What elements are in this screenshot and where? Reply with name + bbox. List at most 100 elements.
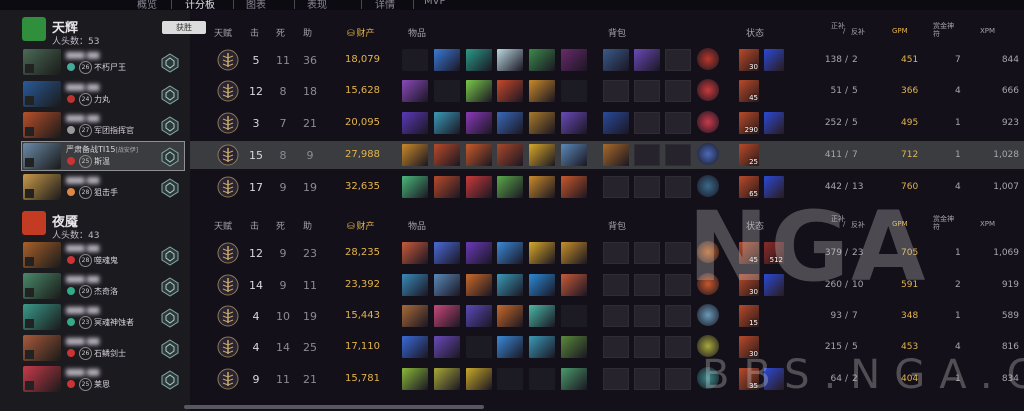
item-icon[interactable]	[402, 144, 428, 166]
item-icon[interactable]	[434, 144, 460, 166]
item-icon[interactable]	[466, 336, 492, 358]
backpack-item-icon[interactable]	[603, 49, 629, 71]
item-icon[interactable]	[434, 368, 460, 390]
item-icon[interactable]	[402, 274, 428, 296]
item-icon[interactable]	[466, 176, 492, 198]
scoreboard-row[interactable]: 5 11 36 18,079 30 138/2 451 7 844	[190, 46, 1024, 74]
talent-tree-icon[interactable]	[217, 176, 239, 198]
item-icon[interactable]	[434, 49, 460, 71]
item-icon[interactable]	[529, 336, 555, 358]
item-icon[interactable]	[434, 305, 460, 327]
player-name[interactable]: ▆▆▆ ▆▆	[66, 82, 99, 91]
talent-tree-icon[interactable]	[217, 242, 239, 264]
player-row[interactable]: ▆▆▆ ▆▆ 26 不朽尸王	[22, 48, 184, 76]
player-row[interactable]: ▆▆▆ ▆▆ 25 莱恩	[22, 365, 184, 393]
item-icon[interactable]	[402, 305, 428, 327]
item-icon[interactable]	[402, 368, 428, 390]
buff-icon[interactable]: 30	[739, 49, 759, 71]
player-name[interactable]: ▆▆▆ ▆▆	[66, 113, 99, 122]
player-name[interactable]: ▆▆▆ ▆▆	[66, 175, 99, 184]
neutral-item-icon[interactable]	[697, 143, 719, 165]
buff-icon[interactable]: 15	[739, 305, 759, 327]
item-icon[interactable]	[402, 242, 428, 264]
item-icon[interactable]	[466, 49, 492, 71]
item-icon[interactable]	[466, 305, 492, 327]
item-icon[interactable]	[561, 176, 587, 198]
item-icon[interactable]	[402, 176, 428, 198]
item-icon[interactable]	[466, 144, 492, 166]
item-icon[interactable]	[529, 305, 555, 327]
item-icon[interactable]	[497, 274, 523, 296]
neutral-item-icon[interactable]	[697, 304, 719, 326]
talent-tree-icon[interactable]	[217, 80, 239, 102]
neutral-item-icon[interactable]	[697, 79, 719, 101]
item-icon[interactable]	[497, 144, 523, 166]
scoreboard-row[interactable]: 12 8 18 15,628 45 51/5 366 4 666	[190, 77, 1024, 105]
talent-tree-icon[interactable]	[217, 368, 239, 390]
item-icon[interactable]	[434, 274, 460, 296]
backpack-item-icon[interactable]	[634, 49, 660, 71]
talent-tree-icon[interactable]	[217, 144, 239, 166]
neutral-item-icon[interactable]	[697, 111, 719, 133]
item-icon[interactable]	[466, 274, 492, 296]
item-icon[interactable]	[561, 274, 587, 296]
item-icon[interactable]	[561, 305, 587, 327]
neutral-item-icon[interactable]	[697, 48, 719, 70]
item-icon[interactable]	[497, 176, 523, 198]
talent-tree-icon[interactable]	[217, 336, 239, 358]
item-icon[interactable]	[402, 49, 428, 71]
item-icon[interactable]	[529, 144, 555, 166]
item-icon[interactable]	[529, 368, 555, 390]
item-icon[interactable]	[434, 80, 460, 102]
item-icon[interactable]	[466, 80, 492, 102]
scoreboard-row[interactable]: 3 7 21 20,095 290 252/5 495 1 923	[190, 109, 1024, 137]
item-icon[interactable]	[561, 144, 587, 166]
player-row[interactable]: ▆▆▆ ▆▆ 28 狙击手	[22, 173, 184, 201]
nav-tab-5[interactable]: MVP	[424, 0, 446, 7]
item-icon[interactable]	[402, 112, 428, 134]
talent-tree-icon[interactable]	[217, 49, 239, 71]
talent-tree-icon[interactable]	[217, 274, 239, 296]
item-icon[interactable]	[466, 368, 492, 390]
player-row[interactable]: ▆▆▆ ▆▆ 26 石鳞剑士	[22, 334, 184, 362]
item-icon[interactable]	[434, 112, 460, 134]
item-icon[interactable]	[497, 80, 523, 102]
item-icon[interactable]	[529, 274, 555, 296]
player-row[interactable]: 严肃备战TI15[战安伊] 25 斯温	[21, 141, 185, 171]
player-name[interactable]: ▆▆▆ ▆▆	[66, 274, 99, 283]
item-icon[interactable]	[561, 80, 587, 102]
player-name[interactable]: ▆▆▆ ▆▆	[66, 243, 99, 252]
player-name[interactable]: ▆▆▆ ▆▆	[66, 305, 99, 314]
item-icon[interactable]	[561, 242, 587, 264]
player-row[interactable]: ▆▆▆ ▆▆ 27 军团指挥官	[22, 111, 184, 139]
player-name[interactable]: ▆▆▆ ▆▆	[66, 336, 99, 345]
talent-tree-icon[interactable]	[217, 112, 239, 134]
buff-icon[interactable]	[764, 112, 784, 134]
item-icon[interactable]	[497, 368, 523, 390]
buff-icon[interactable]: 45	[739, 80, 759, 102]
player-name[interactable]: ▆▆▆ ▆▆	[66, 50, 99, 59]
item-icon[interactable]	[434, 176, 460, 198]
player-row[interactable]: ▆▆▆ ▆▆ 28 噬魂鬼	[22, 241, 184, 269]
item-icon[interactable]	[497, 49, 523, 71]
player-name[interactable]: ▆▆▆ ▆▆	[66, 367, 99, 376]
item-icon[interactable]	[529, 242, 555, 264]
player-row[interactable]: ▆▆▆ ▆▆ 24 力丸	[22, 80, 184, 108]
horizontal-scrollbar[interactable]	[184, 405, 484, 409]
item-icon[interactable]	[466, 242, 492, 264]
buff-icon[interactable]: 290	[739, 112, 759, 134]
item-icon[interactable]	[561, 336, 587, 358]
item-icon[interactable]	[529, 176, 555, 198]
player-row[interactable]: ▆▆▆ ▆▆ 29 杰奇洛	[22, 272, 184, 300]
item-icon[interactable]	[434, 336, 460, 358]
item-icon[interactable]	[497, 336, 523, 358]
talent-tree-icon[interactable]	[217, 305, 239, 327]
backpack-item-icon[interactable]	[603, 112, 629, 134]
player-row[interactable]: ▆▆▆ ▆▆ 23 冥魂神蚀者	[22, 303, 184, 331]
item-icon[interactable]	[402, 80, 428, 102]
item-icon[interactable]	[561, 49, 587, 71]
item-icon[interactable]	[497, 112, 523, 134]
item-icon[interactable]	[561, 368, 587, 390]
item-icon[interactable]	[497, 305, 523, 327]
item-icon[interactable]	[561, 112, 587, 134]
